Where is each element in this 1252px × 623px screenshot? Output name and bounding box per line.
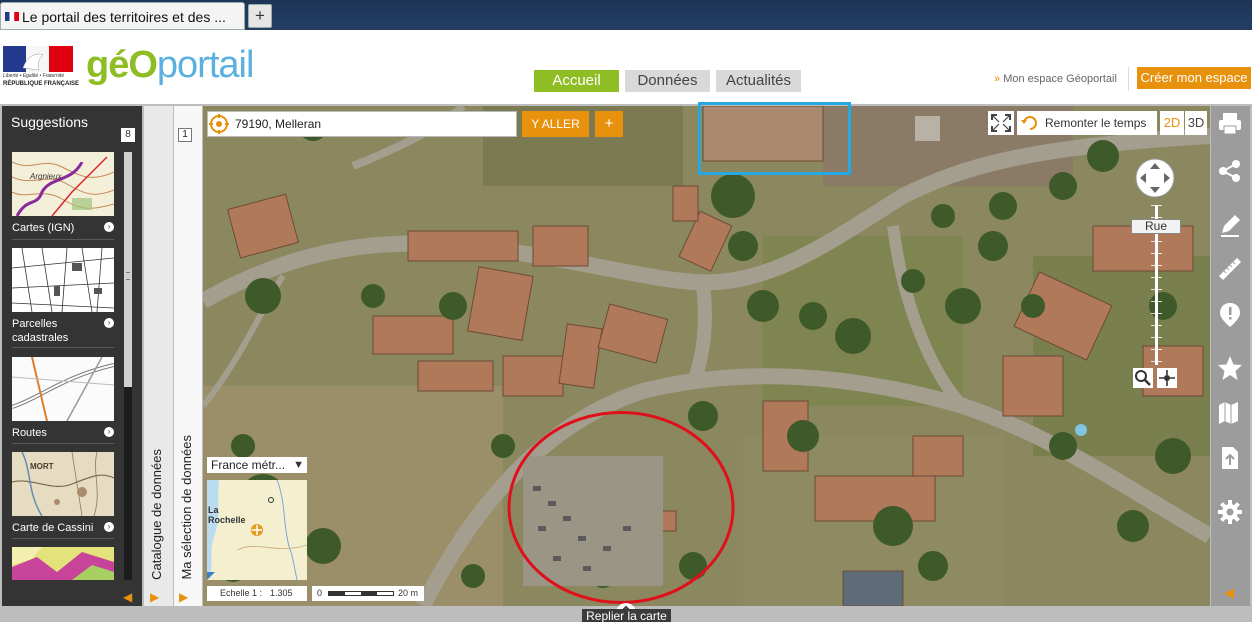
catalogue-expand-arrow-icon[interactable]: ▶ [150,590,159,604]
geolocate-target-icon[interactable] [208,113,230,135]
header-divider [1128,67,1129,91]
browser-tab[interactable]: Le portail des territoires et des ... [0,2,245,30]
suggestions-count-badge: 8 [121,128,135,142]
territory-select[interactable]: France métr... ▼ [207,457,307,473]
back-in-time-icon [1021,116,1037,130]
chevron-down-icon: ▼ [293,459,304,471]
layer-thumb-parcelles[interactable] [12,248,114,312]
geoportail-logo[interactable]: géOportail [86,44,254,87]
zoom-magnifier-icon[interactable] [1133,368,1153,388]
layer-divider [12,347,114,348]
suggestions-collapse-arrow-icon[interactable]: ◀ [123,590,132,604]
remonter-label: Remonter le temps [1045,116,1147,130]
overview-map[interactable] [207,480,307,580]
espace-arrow: » [994,73,1001,85]
pan-control-icon[interactable] [1135,158,1175,198]
zoom-level-label[interactable]: Rue [1131,219,1181,234]
roads-thumbnail [12,357,114,421]
cassini-thumbnail [12,452,114,516]
thumb-place-label: Argnieux [30,172,62,181]
selection-count-badge: 1 [178,128,192,142]
scale-ratio-label: Echelle 1 : [220,588,263,598]
scale-ratio-value: 1.305 [270,588,293,598]
layer-thumb-geology[interactable] [12,547,114,580]
overview-city-line2: Rochelle [208,515,246,525]
selection-tab-label: Ma sélection de données [179,435,194,580]
layer-open-arrow-icon[interactable]: › [104,522,114,532]
overview-map-graphic [207,480,307,580]
layer-label-routes[interactable]: Routes [12,426,47,440]
mode-2d-button[interactable]: 2D [1160,111,1184,135]
creer-espace-button[interactable]: Créer mon espace [1137,67,1251,89]
scale-bar-graphic [328,591,394,596]
scale-bar: 0 20 m [312,586,424,601]
highlight-ellipse [507,411,735,604]
layer-label-parcelles[interactable]: Parcelles cadastrales [12,317,97,345]
layer-open-arrow-icon[interactable]: › [104,318,114,328]
layer-thumb-cassini[interactable]: MORT [12,452,114,516]
toolbar-collapse-arrow-icon[interactable]: ◀ [1224,585,1234,601]
favicon-icon [5,12,19,21]
espace-link-label: Mon espace Géoportail [1003,73,1117,85]
gear-icon[interactable] [1217,499,1243,525]
zoom-locate-icon[interactable] [1157,368,1177,388]
mode-3d-button[interactable]: 3D [1185,111,1207,135]
highlight-rectangle [698,102,851,175]
catalogue-tab-label: Catalogue de données [149,449,164,580]
logo-portail: portail [156,44,254,86]
geology-thumbnail [12,547,114,580]
star-icon[interactable] [1217,355,1243,381]
marianne-country: RÉPUBLIQUE FRANÇAISE [3,81,80,87]
scale-ratio: Echelle 1 : 1.305 [207,586,307,601]
print-icon[interactable] [1217,110,1243,136]
share-icon[interactable] [1217,158,1243,184]
layer-label-cassini[interactable]: Carte de Cassini [12,521,93,535]
suggestions-scrollbar-thumb[interactable] [124,152,132,387]
alert-icon[interactable] [1217,302,1243,328]
overview-city-label: La Rochelle [208,505,246,525]
topo-map-thumbnail [12,152,114,216]
selection-tab[interactable]: Ma sélection de données [174,106,202,606]
search-plus-button[interactable]: + [595,111,623,137]
nav-tab-actualites[interactable]: Actualités [716,70,801,92]
replier-la-carte-button[interactable]: Replier la carte [582,609,671,623]
nav-tab-accueil[interactable]: Accueil [534,70,619,92]
layer-divider [12,538,114,539]
new-tab-button[interactable]: + [248,4,272,28]
browser-tab-title: Le portail des territoires et des ... [22,9,226,25]
y-aller-button[interactable]: Y ALLER [522,111,589,137]
scale-bar-end: 20 m [398,588,419,598]
pencil-icon[interactable] [1217,212,1243,238]
fullscreen-icon[interactable] [988,111,1014,135]
marianne-motto: Liberté • Égalité • Fraternité [3,73,65,79]
mon-espace-link[interactable]: » Mon espace Géoportail [994,73,1117,85]
cadastre-thumbnail [12,248,114,312]
layer-divider [12,443,114,444]
ruler-icon[interactable] [1217,256,1243,282]
layer-thumb-routes[interactable] [12,357,114,421]
layer-divider [12,239,114,240]
layer-open-arrow-icon[interactable]: › [104,222,114,232]
territory-select-value: France métr... [211,458,286,472]
scale-bar-start: 0 [317,588,323,598]
upload-icon[interactable] [1217,445,1243,471]
remonter-le-temps-button[interactable]: Remonter le temps [1017,111,1157,135]
catalogue-tab[interactable]: Catalogue de données [144,106,173,606]
layer-open-arrow-icon[interactable]: › [104,427,114,437]
logo-geo: géO [86,44,158,86]
layer-label-cartes-ign[interactable]: Cartes (IGN) [12,221,74,235]
thumb-place-label: MORT [30,462,54,471]
layer-thumb-cartes-ign[interactable]: Argnieux [12,152,114,216]
nav-tab-donnees[interactable]: Données [625,70,710,92]
scroll-grip-icon [126,272,130,280]
search-input[interactable] [235,114,510,134]
selection-expand-arrow-icon[interactable]: ▶ [179,590,188,604]
suggestions-title: Suggestions [11,114,89,130]
map-icon[interactable] [1217,400,1243,426]
overview-city-line1: La [208,505,219,515]
